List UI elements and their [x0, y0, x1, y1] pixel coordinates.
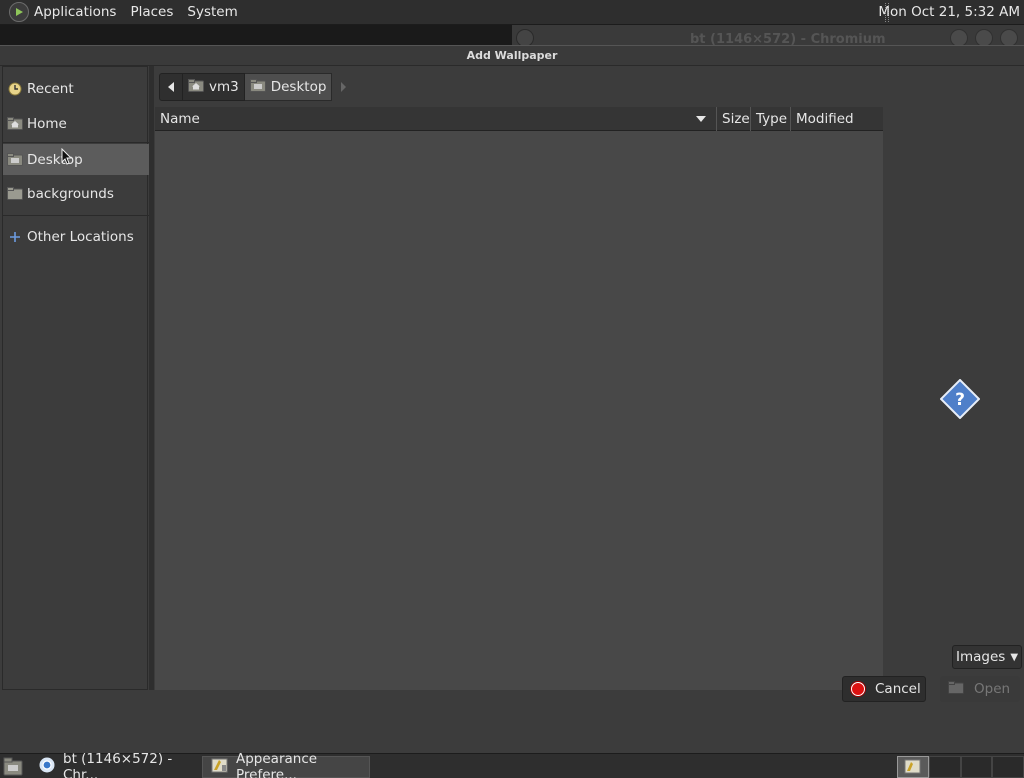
question-mark-icon: ? — [940, 379, 980, 419]
column-type[interactable]: Type — [751, 106, 791, 131]
file-list[interactable]: Name Size Type Modified — [155, 106, 883, 690]
path-back-button[interactable] — [159, 73, 183, 101]
svg-text:?: ? — [955, 390, 965, 410]
workspace-1[interactable] — [897, 756, 929, 778]
clock[interactable]: Mon Oct 21, 5:32 AM — [878, 4, 1020, 20]
column-name[interactable]: Name — [155, 106, 717, 131]
top-panel: Applications Places System Mon Oct 21, 5… — [0, 0, 1024, 25]
home-folder-icon — [188, 78, 204, 96]
task-label: Appearance Prefere... — [236, 751, 318, 778]
path-forward-button[interactable] — [332, 73, 354, 101]
workspace-switcher — [897, 756, 1024, 778]
path-crumb-vm3[interactable]: vm3 — [183, 73, 245, 101]
open-label: Open — [974, 681, 1011, 697]
menu-applications[interactable]: Applications — [29, 4, 123, 20]
cancel-label: Cancel — [875, 681, 921, 697]
sidebar-separator — [3, 142, 149, 143]
chromium-icon — [39, 757, 55, 777]
desktop-folder-icon — [249, 78, 266, 96]
appearance-icon — [211, 757, 228, 777]
chevron-down-icon: ▼ — [1010, 651, 1019, 663]
crumb-label: vm3 — [209, 79, 239, 95]
crumb-label: Desktop — [270, 79, 327, 95]
sidebar-item-recent[interactable]: Recent — [3, 73, 149, 104]
plus-icon — [7, 230, 23, 244]
sidebar-item-label: Recent — [27, 80, 74, 97]
sidebar-item-home[interactable]: Home — [3, 108, 149, 139]
open-button[interactable]: Open — [940, 676, 1020, 702]
sort-down-icon — [696, 115, 706, 122]
recent-icon — [7, 82, 23, 96]
sidebar-item-label: Other Locations — [27, 228, 134, 245]
appearance-icon — [904, 759, 921, 774]
column-modified[interactable]: Modified — [791, 107, 883, 131]
workspace-4[interactable] — [992, 756, 1024, 778]
home-folder-icon — [7, 117, 23, 131]
chevron-left-icon — [168, 82, 174, 92]
menu-places[interactable]: Places — [123, 4, 180, 20]
column-name-label: Name — [160, 110, 200, 127]
file-chooser-dialog: Add Wallpaper Recent Home Desktop backgr — [0, 45, 1024, 753]
sidebar-item-desktop[interactable]: Desktop — [3, 144, 149, 175]
menu-system[interactable]: System — [180, 4, 244, 20]
sidebar-item-label: Home — [27, 115, 67, 132]
places-sidebar: Recent Home Desktop backgrounds Other Lo… — [2, 66, 149, 690]
task-label: bt (1146×572) - Chr... — [63, 751, 173, 778]
workspace-3[interactable] — [960, 756, 993, 778]
cancel-button[interactable]: Cancel — [842, 676, 926, 702]
file-filter-dropdown[interactable]: Images ▼ — [952, 645, 1022, 669]
open-folder-icon — [948, 680, 964, 698]
sidebar-item-label: Desktop — [27, 151, 83, 168]
chevron-right-icon — [341, 82, 347, 92]
workspace-2[interactable] — [929, 756, 961, 778]
pane-splitter[interactable] — [149, 66, 154, 690]
desktop-folder-icon — [7, 153, 23, 167]
sidebar-separator — [3, 215, 149, 216]
filter-label: Images — [955, 649, 1006, 665]
sidebar-item-backgrounds[interactable]: backgrounds — [3, 178, 149, 209]
mouse-cursor-icon — [61, 148, 73, 165]
path-bar: vm3 Desktop — [159, 72, 354, 102]
dialog-title: Add Wallpaper — [0, 46, 1024, 66]
column-size[interactable]: Size — [717, 106, 751, 131]
taskbar-item-appearance[interactable]: Appearance Prefere... — [202, 751, 370, 778]
show-desktop-icon[interactable] — [3, 757, 23, 776]
folder-icon — [7, 187, 23, 201]
taskbar: bt (1146×572) - Chr... Appearance Prefer… — [0, 751, 1024, 778]
sidebar-item-label: backgrounds — [27, 185, 114, 202]
path-crumb-desktop[interactable]: Desktop — [244, 73, 333, 101]
taskbar-item-chromium[interactable]: bt (1146×572) - Chr... — [30, 751, 198, 778]
cancel-icon — [851, 682, 865, 696]
file-list-header: Name Size Type Modified — [155, 106, 883, 131]
sidebar-item-other-locations[interactable]: Other Locations — [3, 221, 149, 252]
applications-logo-icon[interactable] — [9, 2, 29, 22]
